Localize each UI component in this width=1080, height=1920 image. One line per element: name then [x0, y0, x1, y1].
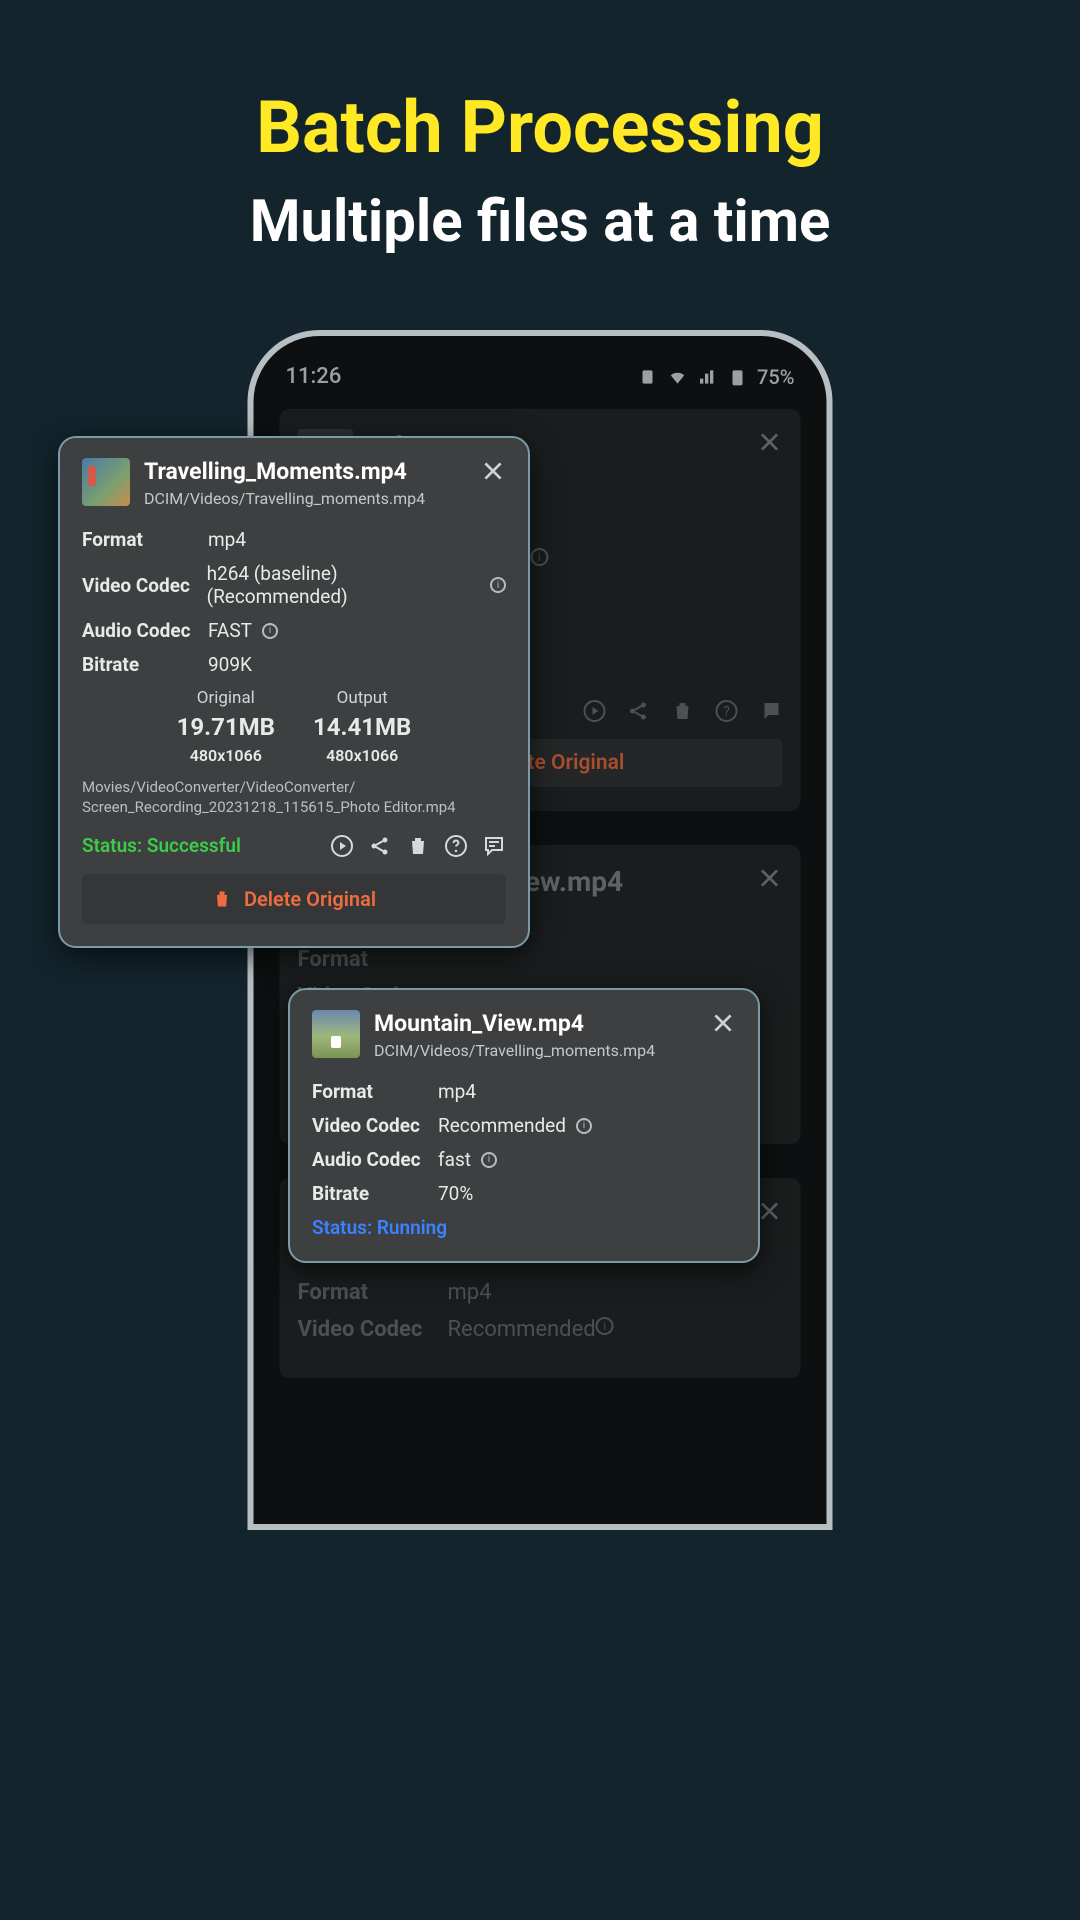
- file-card-travelling: Travelling_Moments.mp4 DCIM/Videos/Trave…: [58, 436, 530, 948]
- trash-icon: [212, 888, 232, 910]
- acodec-value: fast: [438, 1148, 471, 1171]
- status-text: Status: Running: [312, 1216, 736, 1239]
- battery-percent: 75%: [757, 365, 794, 389]
- original-res: 480x1066: [177, 746, 275, 765]
- status-bar: 11:26 75%: [280, 354, 801, 409]
- help-icon[interactable]: ?: [715, 699, 739, 723]
- share-icon[interactable]: [627, 699, 651, 723]
- info-icon[interactable]: i: [262, 623, 278, 639]
- acodec-label: Audio Codec: [82, 619, 208, 642]
- vibrate-icon: [637, 367, 657, 387]
- bg-format-lbl-b: Format: [298, 947, 448, 972]
- bitrate-label: Bitrate: [82, 653, 208, 676]
- file-path: DCIM/Videos/Travelling_moments.mp4: [144, 489, 466, 508]
- vcodec-value: Recommended: [438, 1114, 566, 1137]
- comment-icon[interactable]: [759, 699, 783, 723]
- close-icon[interactable]: [757, 1198, 783, 1228]
- format-label: Format: [312, 1080, 438, 1103]
- status-time: 11:26: [286, 364, 342, 389]
- bg-vcodec-val-c: Recommended: [448, 1317, 596, 1342]
- bg-vcodec-lbl-c: Video Codec: [298, 1317, 448, 1342]
- close-button[interactable]: [480, 458, 506, 488]
- acodec-value: FAST: [208, 619, 252, 642]
- output-header: Output: [313, 688, 411, 708]
- file-title: Mountain_View.mp4: [374, 1010, 696, 1037]
- thumbnail: [82, 458, 130, 506]
- file-card-mountain: Mountain_View.mp4 DCIM/Videos/Travelling…: [288, 988, 760, 1263]
- help-icon[interactable]: [444, 834, 468, 858]
- file-title: Travelling_Moments.mp4: [144, 458, 466, 485]
- thumbnail: [312, 1010, 360, 1058]
- signal-icon: [697, 367, 717, 387]
- status-text: Status: Successful: [82, 834, 241, 857]
- info-icon[interactable]: i: [481, 1152, 497, 1168]
- delete-label: Delete Original: [244, 887, 376, 911]
- format-label: Format: [82, 528, 208, 551]
- status-icons: 75%: [637, 365, 794, 389]
- play-icon[interactable]: [330, 834, 354, 858]
- play-icon[interactable]: [583, 699, 607, 723]
- close-button[interactable]: [710, 1010, 736, 1040]
- battery-icon: [727, 367, 747, 387]
- vcodec-label: Video Codec: [82, 574, 207, 597]
- bg-format-val-c: mp4: [448, 1280, 492, 1305]
- bitrate-value: 70%: [438, 1182, 473, 1205]
- info-icon[interactable]: i: [530, 548, 548, 566]
- delete-original-button[interactable]: Delete Original: [82, 874, 506, 924]
- share-icon[interactable]: [368, 834, 392, 858]
- info-icon[interactable]: i: [490, 577, 506, 593]
- vcodec-label: Video Codec: [312, 1114, 438, 1137]
- acodec-label: Audio Codec: [312, 1148, 438, 1171]
- info-icon[interactable]: i: [576, 1118, 592, 1134]
- hero: Batch Processing Multiple files at a tim…: [0, 0, 1080, 256]
- hero-title: Batch Processing: [0, 85, 1080, 170]
- bg-format-lbl-c: Format: [298, 1280, 448, 1305]
- format-value: mp4: [208, 528, 246, 551]
- svg-text:?: ?: [723, 704, 730, 720]
- bitrate-label: Bitrate: [312, 1182, 438, 1205]
- format-value: mp4: [438, 1080, 476, 1103]
- output-path: Movies/VideoConverter/VideoConverter/ Sc…: [82, 777, 506, 818]
- original-header: Original: [177, 688, 275, 708]
- bitrate-value: 909K: [208, 653, 252, 676]
- vcodec-value: h264 (baseline) (Recommended): [207, 562, 481, 608]
- original-size: 19.71MB: [177, 713, 275, 741]
- output-size: 14.41MB: [313, 713, 411, 741]
- comment-icon[interactable]: [482, 834, 506, 858]
- close-icon[interactable]: [757, 429, 783, 459]
- hero-subtitle: Multiple files at a time: [0, 188, 1080, 256]
- trash-icon[interactable]: [671, 699, 695, 723]
- close-icon[interactable]: [757, 865, 783, 895]
- info-icon[interactable]: i: [596, 1317, 614, 1335]
- output-res: 480x1066: [313, 746, 411, 765]
- trash-icon[interactable]: [406, 834, 430, 858]
- file-path: DCIM/Videos/Travelling_moments.mp4: [374, 1041, 696, 1060]
- wifi-icon: [667, 367, 687, 387]
